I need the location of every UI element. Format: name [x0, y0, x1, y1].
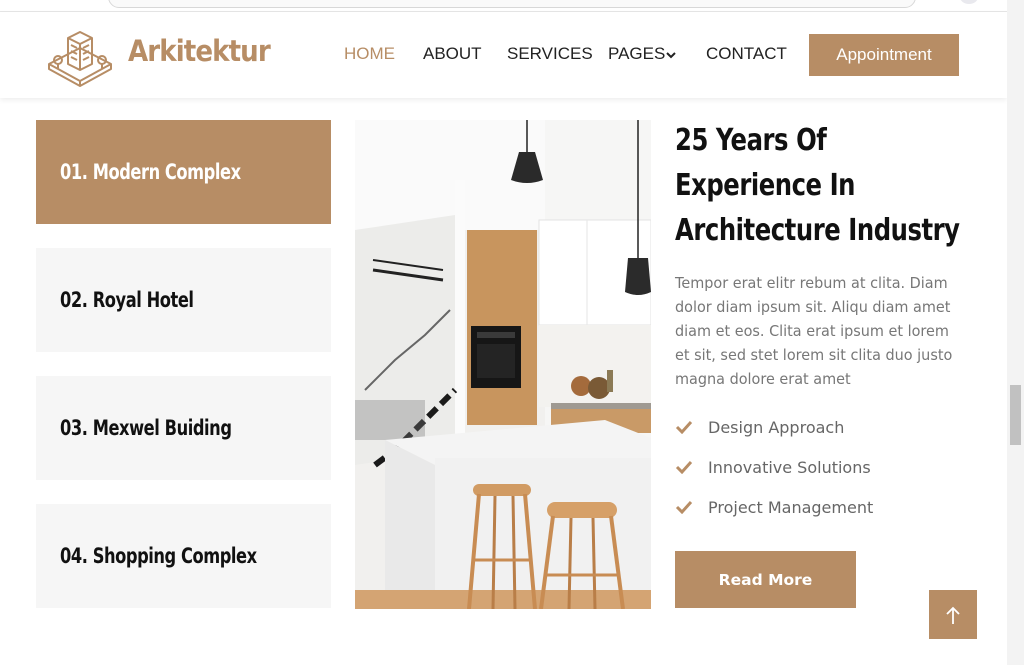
project-tab-label: 03. Mexwel Buiding: [60, 416, 232, 440]
feature-label: Project Management: [708, 497, 874, 517]
nav-contact[interactable]: CONTACT: [706, 44, 787, 64]
nav-about[interactable]: ABOUT: [423, 44, 482, 64]
building-icon: [48, 31, 112, 87]
read-more-button[interactable]: Read More: [675, 551, 856, 608]
about-paragraph: Tempor erat elitr rebum at clita. Diam d…: [675, 271, 953, 391]
feature-label: Innovative Solutions: [708, 457, 871, 477]
navbar: Arkitektur HOME ABOUT SERVICES PAGES CON…: [0, 12, 1007, 98]
project-tab-label: 01. Modern Complex: [60, 160, 241, 184]
project-tab-label: 02. Royal Hotel: [60, 288, 194, 312]
feature-item: Project Management: [675, 495, 873, 519]
paragraph-line: diam et eos. Clita erat ipsum et lorem: [675, 322, 949, 340]
project-tab-mexwel-building[interactable]: 03. Mexwel Buiding: [36, 376, 331, 480]
scrollbar-thumb[interactable]: [1010, 385, 1021, 445]
feature-item: Innovative Solutions: [675, 455, 871, 479]
paragraph-line: et sit, sed stet lorem sit clita duo jus…: [675, 346, 953, 364]
project-tab-royal-hotel[interactable]: 02. Royal Hotel: [36, 248, 331, 352]
back-to-top-button[interactable]: [929, 590, 977, 639]
project-tab-label: 04. Shopping Complex: [60, 544, 257, 568]
browser-avatar[interactable]: [960, 0, 978, 4]
nav-services[interactable]: SERVICES: [507, 44, 593, 64]
brand-name[interactable]: Arkitektur: [128, 34, 271, 68]
project-tab-modern-complex[interactable]: 01. Modern Complex: [36, 120, 331, 224]
nav-pages[interactable]: PAGES: [608, 44, 665, 64]
appointment-button[interactable]: Appointment: [809, 34, 959, 76]
paragraph-line: magna dolore erat amet: [675, 370, 851, 388]
address-bar[interactable]: [108, 0, 916, 8]
about-heading: 25 Years Of Experience In Architecture I…: [675, 118, 960, 253]
about-heading-line: Architecture Industry: [675, 213, 960, 248]
browser-address-strip: [0, 0, 1007, 12]
feature-item: Design Approach: [675, 415, 844, 439]
check-icon: [675, 420, 693, 434]
about-heading-line: Experience In: [675, 168, 856, 203]
project-tab-shopping-complex[interactable]: 04. Shopping Complex: [36, 504, 331, 608]
paragraph-line: dolor diam ipsum sit. Aliqu diam amet: [675, 298, 951, 316]
project-photo: [355, 120, 651, 609]
paragraph-line: Tempor erat elitr rebum at clita. Diam: [675, 274, 948, 292]
check-icon: [675, 460, 693, 474]
arrow-up-icon: [946, 606, 960, 624]
page-scrollbar[interactable]: [1007, 0, 1024, 665]
feature-label: Design Approach: [708, 417, 845, 437]
nav-home[interactable]: HOME: [344, 44, 395, 64]
check-icon: [675, 500, 693, 514]
chevron-down-icon[interactable]: [666, 50, 676, 60]
about-heading-line: 25 Years Of: [675, 123, 827, 158]
